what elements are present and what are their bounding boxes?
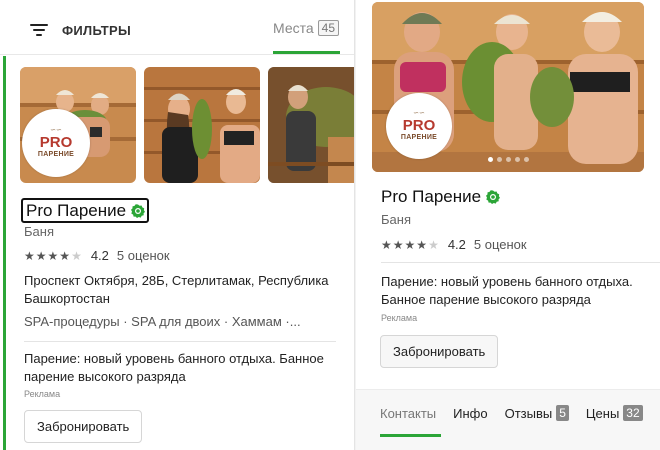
star-icon: ★ xyxy=(416,237,428,252)
place-details-panel: ∽∽ PRO ПАРЕНИЕ Pro Парение Баня ★ ★ ★ ★ … xyxy=(356,0,660,450)
divider xyxy=(24,341,336,342)
tab-count-badge: 5 xyxy=(556,405,569,421)
reviews-count-link[interactable]: 5 оценок xyxy=(117,248,170,263)
places-tab[interactable]: Места 45 xyxy=(273,20,340,36)
place-address: Проспект Октября, 28Б, Стерлитамак, Респ… xyxy=(24,273,329,306)
results-toolbar: ФИЛЬТРЫ Места 45 xyxy=(0,0,354,55)
active-tab-underline xyxy=(380,434,441,437)
filters-button[interactable]: ФИЛЬТРЫ xyxy=(30,20,131,40)
selected-card-indicator xyxy=(3,56,6,450)
logo-pro-text: PRO xyxy=(402,117,436,134)
tab-reviews[interactable]: Отзывы 5 xyxy=(505,405,569,421)
book-button[interactable]: Забронировать xyxy=(24,410,143,443)
photo-pagination xyxy=(372,157,644,162)
places-tab-underline xyxy=(273,51,340,54)
star-icon: ★ xyxy=(392,237,404,252)
logo-name-text: ПАРЕНИЕ xyxy=(37,151,75,158)
tab-contacts[interactable]: Контакты xyxy=(380,406,436,421)
details-rating-row: ★ ★ ★ ★ ★ 4.2 5 оценок xyxy=(381,237,527,252)
verified-badge-icon xyxy=(131,204,146,218)
hero-photo[interactable]: ∽∽ PRO ПАРЕНИЕ xyxy=(372,2,644,172)
tab-info[interactable]: Инфо xyxy=(453,406,487,421)
star-empty-icon: ★ xyxy=(71,248,82,263)
ad-text: Парение: новый уровень банного отдыха. Б… xyxy=(24,351,324,384)
logo-name-text: ПАРЕНИЕ xyxy=(400,134,438,141)
filter-icon xyxy=(30,23,48,37)
star-icon: ★ xyxy=(35,248,47,263)
app-root: ФИЛЬТРЫ Места 45 ∽∽ PRO ПАРЕНИЕ Pro Паре… xyxy=(0,0,660,450)
tab-prices[interactable]: Цены 32 xyxy=(586,405,643,421)
details-title-text: Pro Парение xyxy=(381,187,482,206)
rating-row: ★ ★ ★ ★ ★ 4.2 5 оценок xyxy=(24,248,170,263)
brand-logo: ∽∽ PRO ПАРЕНИЕ xyxy=(22,109,90,177)
details-tabs-bar: Контакты Инфо Отзывы 5 Цены 32 xyxy=(356,389,660,450)
places-tab-label: Места xyxy=(273,20,314,36)
tab-label: Цены xyxy=(585,405,620,421)
sauna-photo-3 xyxy=(268,67,354,183)
pagination-dot[interactable] xyxy=(505,157,511,162)
star-empty-icon: ★ xyxy=(428,237,439,252)
tab-label: Контакты xyxy=(380,405,437,421)
ad-label: Реклама xyxy=(24,389,61,399)
sauna-photo-2 xyxy=(144,67,260,183)
tab-label: Инфо xyxy=(453,405,488,421)
ad-text: Парение: новый уровень банного отдыха. Б… xyxy=(381,274,633,307)
place-title-link[interactable]: Pro Парение xyxy=(21,198,150,223)
places-count-badge: 45 xyxy=(317,20,340,36)
place-title: Pro Парение xyxy=(26,201,127,220)
book-button[interactable]: Забронировать xyxy=(380,335,499,368)
rating-value: 4.2 xyxy=(447,237,466,252)
photo-strip[interactable]: ∽∽ PRO ПАРЕНИЕ xyxy=(20,67,354,183)
search-results-panel: ФИЛЬТРЫ Места 45 ∽∽ PRO ПАРЕНИЕ Pro Паре… xyxy=(0,0,355,450)
star-icon: ★ xyxy=(381,237,392,252)
divider xyxy=(381,262,660,263)
photo-thumb-3[interactable] xyxy=(268,67,354,183)
star-icon: ★ xyxy=(404,237,416,252)
verified-badge-icon xyxy=(486,190,501,204)
pagination-dot[interactable] xyxy=(496,157,502,162)
tab-label: Отзывы xyxy=(504,405,553,421)
details-tabs: Контакты Инфо Отзывы 5 Цены 32 xyxy=(380,405,660,421)
details-title: Pro Парение xyxy=(381,187,501,207)
star-icon: ★ xyxy=(47,248,59,263)
star-icon: ★ xyxy=(59,248,71,263)
logo-pro-text: PRO xyxy=(39,134,73,151)
star-icon: ★ xyxy=(24,248,35,263)
rating-stars: ★ ★ ★ ★ ★ xyxy=(381,239,440,251)
pagination-dot[interactable] xyxy=(514,157,520,162)
tab-count-badge: 32 xyxy=(623,405,643,421)
filters-label: ФИЛЬТРЫ xyxy=(62,22,132,38)
brand-logo-large: ∽∽ PRO ПАРЕНИЕ xyxy=(386,93,452,159)
details-category: Баня xyxy=(381,212,411,227)
place-category: Баня xyxy=(24,224,54,239)
rating-stars: ★ ★ ★ ★ ★ xyxy=(24,250,83,262)
pagination-dot-active[interactable] xyxy=(487,157,493,162)
place-features: SPA-процедуры · SPA для двоих · Хаммам ·… xyxy=(24,314,301,329)
ad-label: Реклама xyxy=(381,313,418,323)
photo-thumb-2[interactable] xyxy=(144,67,260,183)
pagination-dot[interactable] xyxy=(523,157,529,162)
reviews-count-link[interactable]: 5 оценок xyxy=(474,237,527,252)
rating-value: 4.2 xyxy=(90,248,109,263)
